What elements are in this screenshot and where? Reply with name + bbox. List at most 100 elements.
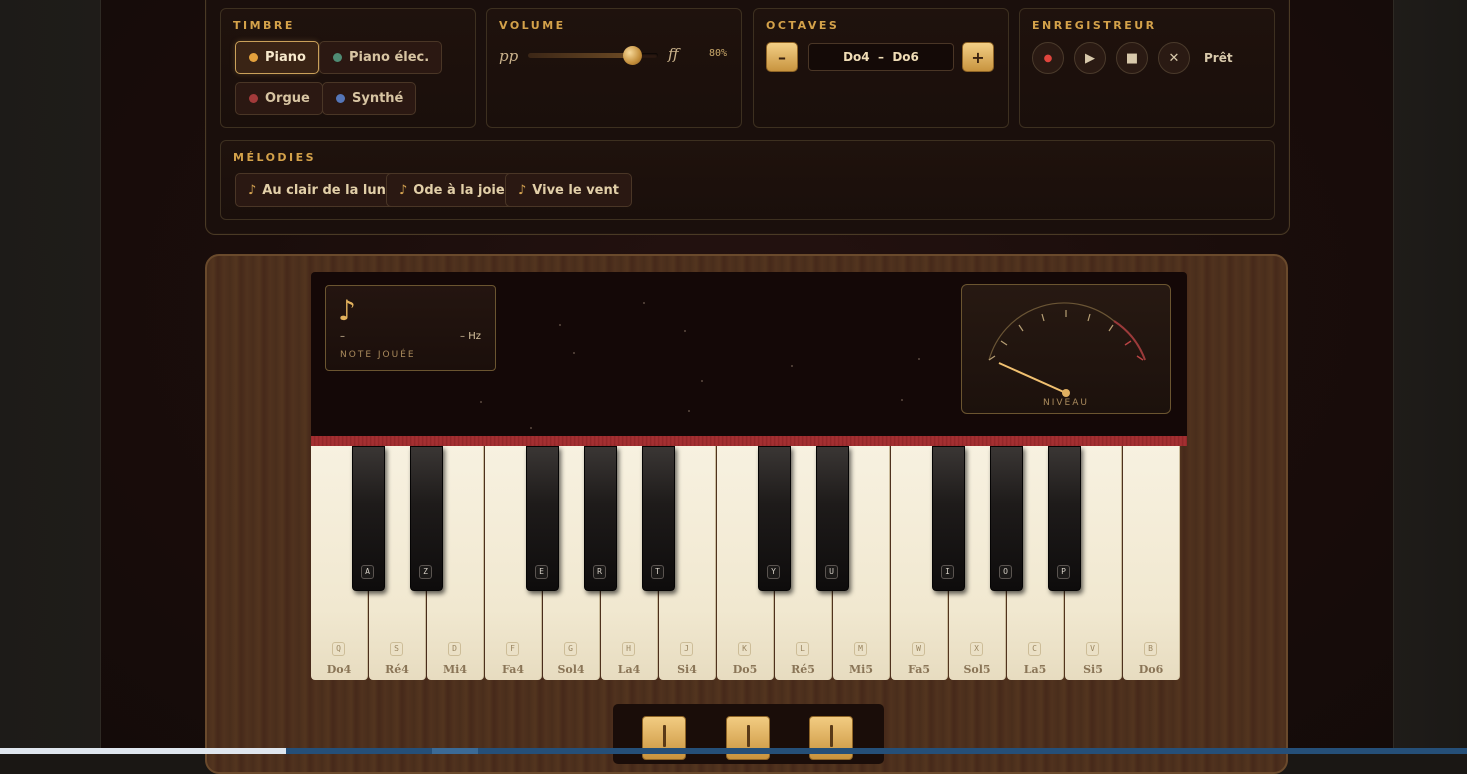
melody-ode-button[interactable]: ♪ Ode à la joie	[386, 173, 518, 207]
piano-body: ♪ – – Hz NOTE JOUÉE NIVEAU Q Do4 S Ré4 D…	[205, 254, 1288, 774]
timbre-electric-piano-button[interactable]: Piano élec.	[319, 41, 443, 74]
clear-icon: ✕	[1168, 50, 1180, 66]
keyboard-shortcut-label: B	[1144, 642, 1157, 656]
note-name-label: Sol5	[963, 663, 991, 676]
melodies-title: MÉLODIES	[233, 151, 317, 164]
star-dot	[643, 302, 645, 304]
volume-slider[interactable]	[528, 46, 658, 65]
black-key[interactable]: P	[1047, 446, 1081, 591]
octave-down-button[interactable]: –	[766, 42, 798, 72]
black-key[interactable]: Z	[409, 446, 443, 591]
level-meter-label: NIVEAU	[1043, 398, 1089, 408]
play-button[interactable]: ▶	[1074, 42, 1106, 74]
keyboard-shortcut-label: E	[535, 565, 548, 579]
music-note-icon: ♪	[518, 182, 527, 198]
volume-title: VOLUME	[499, 19, 566, 32]
stop-button[interactable]: ■	[1116, 42, 1148, 74]
timbre-piano-button[interactable]: Piano	[235, 41, 319, 74]
note-name-label: Si4	[677, 663, 697, 676]
recorder-card: ENREGISTREUR ● ▶ ■ ✕ Prêt	[1019, 8, 1275, 128]
keyboard-shortcut-label: Z	[419, 565, 432, 579]
volume-value: 80%	[709, 48, 728, 59]
note-name-label: Fa4	[502, 663, 524, 676]
recorder-status: Prêt	[1204, 51, 1233, 65]
stop-icon: ■	[1125, 50, 1139, 66]
clear-button[interactable]: ✕	[1158, 42, 1190, 74]
note-name-label: Sol4	[557, 663, 585, 676]
keyboard-shortcut-label: F	[506, 642, 519, 656]
music-note-icon: ♪	[399, 182, 408, 198]
black-key[interactable]: Y	[757, 446, 791, 591]
volume-slider-handle[interactable]	[623, 46, 642, 65]
star-dot	[684, 330, 686, 332]
volume-slider-fill	[528, 53, 632, 58]
keyboard-shortcut-label: W	[912, 642, 925, 656]
black-key[interactable]: I	[931, 446, 965, 591]
octaves-title: OCTAVES	[766, 19, 840, 32]
melodies-card: MÉLODIES ♪ Au clair de la lune ♪ Ode à l…	[220, 140, 1275, 220]
melody-label: Vive le vent	[532, 182, 619, 198]
keyboard-shortcut-label: V	[1086, 642, 1099, 656]
volume-card: VOLUME pp ff 80%	[486, 8, 742, 128]
keyboard-shortcut-label: Q	[332, 642, 345, 656]
note-display: ♪ – – Hz NOTE JOUÉE	[325, 285, 496, 371]
timbre-electric-piano-label: Piano élec.	[349, 50, 430, 65]
record-icon: ●	[1043, 52, 1053, 64]
melody-vive-le-vent-button[interactable]: ♪ Vive le vent	[505, 173, 632, 207]
note-display-label: NOTE JOUÉE	[340, 350, 416, 360]
keyboard-shortcut-label: H	[622, 642, 635, 656]
timbre-organ-label: Orgue	[265, 91, 310, 106]
octave-range-display: Do4 – Do6	[808, 43, 954, 71]
timbre-card: TIMBRE Piano Piano élec. Orgue Synthé	[220, 8, 476, 128]
black-key[interactable]: R	[583, 446, 617, 591]
music-note-icon: ♪	[338, 294, 356, 327]
timbre-piano-label: Piano	[265, 50, 306, 65]
black-key[interactable]: A	[351, 446, 385, 591]
timbre-title: TIMBRE	[233, 19, 295, 32]
note-name-label: La4	[617, 663, 641, 676]
keyboard-shortcut-label: K	[738, 642, 751, 656]
current-note: –	[340, 331, 345, 342]
keyboard-shortcut-label: G	[564, 642, 577, 656]
left-margin	[0, 0, 101, 754]
timbre-organ-button[interactable]: Orgue	[235, 82, 323, 115]
note-name-label: Ré5	[791, 663, 815, 676]
note-name-label: La5	[1023, 663, 1047, 676]
star-dot	[688, 410, 690, 412]
note-name-label: Do4	[326, 663, 352, 676]
note-name-label: Fa5	[908, 663, 930, 676]
keyboard-shortcut-label: U	[825, 565, 838, 579]
pedal-area	[613, 704, 884, 764]
black-key[interactable]: O	[989, 446, 1023, 591]
note-name-label: Mi5	[848, 663, 873, 676]
timbre-synth-button[interactable]: Synthé	[322, 82, 417, 115]
keyboard-shortcut-label: T	[651, 565, 664, 579]
star-dot	[791, 365, 793, 367]
right-margin	[1393, 0, 1467, 754]
piano-dot-icon	[249, 53, 258, 62]
keyboard-shortcut-label: I	[941, 565, 954, 579]
star-dot	[901, 399, 903, 401]
star-dot	[701, 380, 703, 382]
keyboard: Q Do4 S Ré4 D Mi4 F Fa4 G Sol4 H La4 J Si4 K Do5 L Ré5 M Mi…	[311, 446, 1187, 681]
keyboard-shortcut-label: J	[680, 642, 693, 656]
octave-up-button[interactable]: +	[962, 42, 994, 72]
keyboard-shortcut-label: Y	[767, 565, 780, 579]
black-key[interactable]: E	[525, 446, 559, 591]
white-key[interactable]: B Do6	[1123, 446, 1180, 680]
keyboard-shortcut-label: P	[1057, 565, 1070, 579]
note-name-label: Do5	[732, 663, 758, 676]
keyboard-shortcut-label: L	[796, 642, 809, 656]
melody-label: Au clair de la lune	[262, 182, 395, 198]
melody-au-clair-button[interactable]: ♪ Au clair de la lune	[235, 173, 408, 207]
star-dot	[573, 352, 575, 354]
black-key[interactable]: T	[641, 446, 675, 591]
keyboard-shortcut-label: A	[361, 565, 374, 579]
record-button[interactable]: ●	[1032, 42, 1064, 74]
black-key[interactable]: U	[815, 446, 849, 591]
melody-label: Ode à la joie	[413, 182, 505, 198]
level-gauge-icon	[988, 302, 1146, 397]
level-meter: NIVEAU	[961, 284, 1171, 414]
keyboard-shortcut-label: C	[1028, 642, 1041, 656]
star-dot	[559, 324, 561, 326]
